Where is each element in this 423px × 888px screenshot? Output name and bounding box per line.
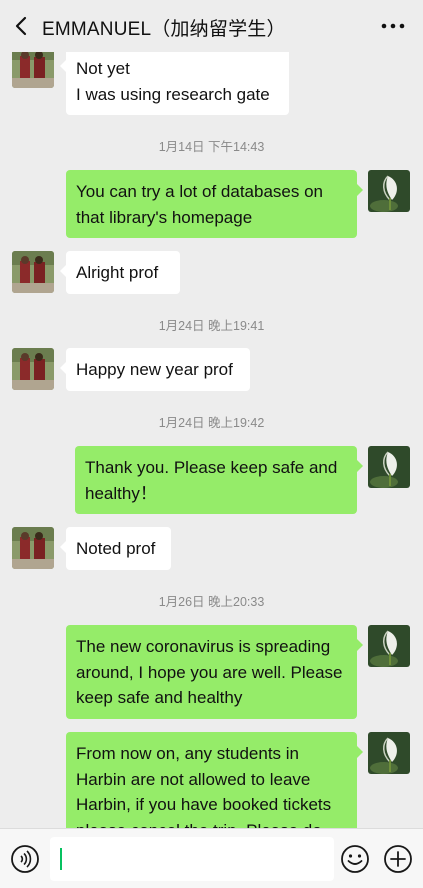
plus-icon xyxy=(384,845,412,873)
message-text: please cancel the trip. Please do xyxy=(76,818,347,829)
my-avatar[interactable] xyxy=(368,170,410,212)
message-outgoing[interactable]: From now on, any students in Harbin are … xyxy=(66,732,363,829)
more-button[interactable] xyxy=(381,16,405,36)
message-outgoing[interactable]: Thank you. Please keep safe and healthy！ xyxy=(75,446,363,514)
message-text: keep safe and healthy xyxy=(76,688,243,707)
timestamp: 1月24日 晚上19:41 xyxy=(158,319,265,333)
more-dots-icon xyxy=(381,23,405,29)
timestamp: 1月24日 晚上19:42 xyxy=(158,416,265,430)
message-text: that library's homepage xyxy=(76,207,253,227)
more-functions-button[interactable] xyxy=(383,844,413,874)
timestamp: 1月26日 晚上20:33 xyxy=(158,595,265,609)
chat-area[interactable]: Not yet I was using research gate 1月14日 … xyxy=(0,0,423,828)
voice-button[interactable] xyxy=(10,844,40,874)
my-avatar[interactable] xyxy=(368,732,410,774)
message-outgoing[interactable]: You can try a lot of databases on that l… xyxy=(66,170,363,238)
message-text: I was using research gate xyxy=(76,85,270,104)
my-avatar[interactable] xyxy=(368,625,410,667)
message-text: From now on, any students in xyxy=(76,744,300,763)
message-text: Harbin are not allowed to leave xyxy=(76,769,311,789)
message-text: around, I hope you are well. Please xyxy=(76,662,343,682)
voice-icon xyxy=(11,845,39,873)
emoji-icon xyxy=(341,845,369,873)
message-text: Not yet xyxy=(76,59,130,78)
input-bar xyxy=(0,828,423,888)
message-text: Happy new year prof xyxy=(76,360,233,379)
message-incoming[interactable]: Not yet I was using research gate xyxy=(60,46,289,115)
message-text: healthy！ xyxy=(85,483,157,503)
message-input[interactable] xyxy=(50,837,334,881)
message-incoming[interactable]: Noted prof xyxy=(60,527,171,570)
chat-header: EMMANUEL（加纳留学生） xyxy=(0,0,423,52)
timestamp: 1月14日 下午14:43 xyxy=(158,140,265,154)
message-text: The new coronavirus is spreading xyxy=(76,637,331,656)
message-incoming[interactable]: Alright prof xyxy=(60,251,180,294)
contact-avatar[interactable] xyxy=(12,348,54,390)
message-incoming[interactable]: Happy new year prof xyxy=(60,348,250,391)
contact-avatar[interactable] xyxy=(12,251,54,293)
contact-avatar[interactable] xyxy=(12,527,54,569)
message-text: Thank you. Please keep safe and xyxy=(85,458,338,477)
my-avatar[interactable] xyxy=(368,446,410,488)
message-text: Alright prof xyxy=(76,263,159,282)
contact-avatar[interactable] xyxy=(12,46,54,88)
message-text: You can try a lot of databases on xyxy=(76,182,323,201)
chevron-left-icon xyxy=(15,16,27,36)
message-outgoing[interactable]: The new coronavirus is spreading around,… xyxy=(66,625,363,719)
emoji-button[interactable] xyxy=(340,844,370,874)
message-text: Harbin, if you have booked tickets xyxy=(76,795,332,814)
chat-title: EMMANUEL（加纳留学生） xyxy=(42,19,286,40)
text-cursor xyxy=(60,848,62,870)
back-button[interactable] xyxy=(10,14,34,38)
message-text: Noted prof xyxy=(76,539,156,558)
